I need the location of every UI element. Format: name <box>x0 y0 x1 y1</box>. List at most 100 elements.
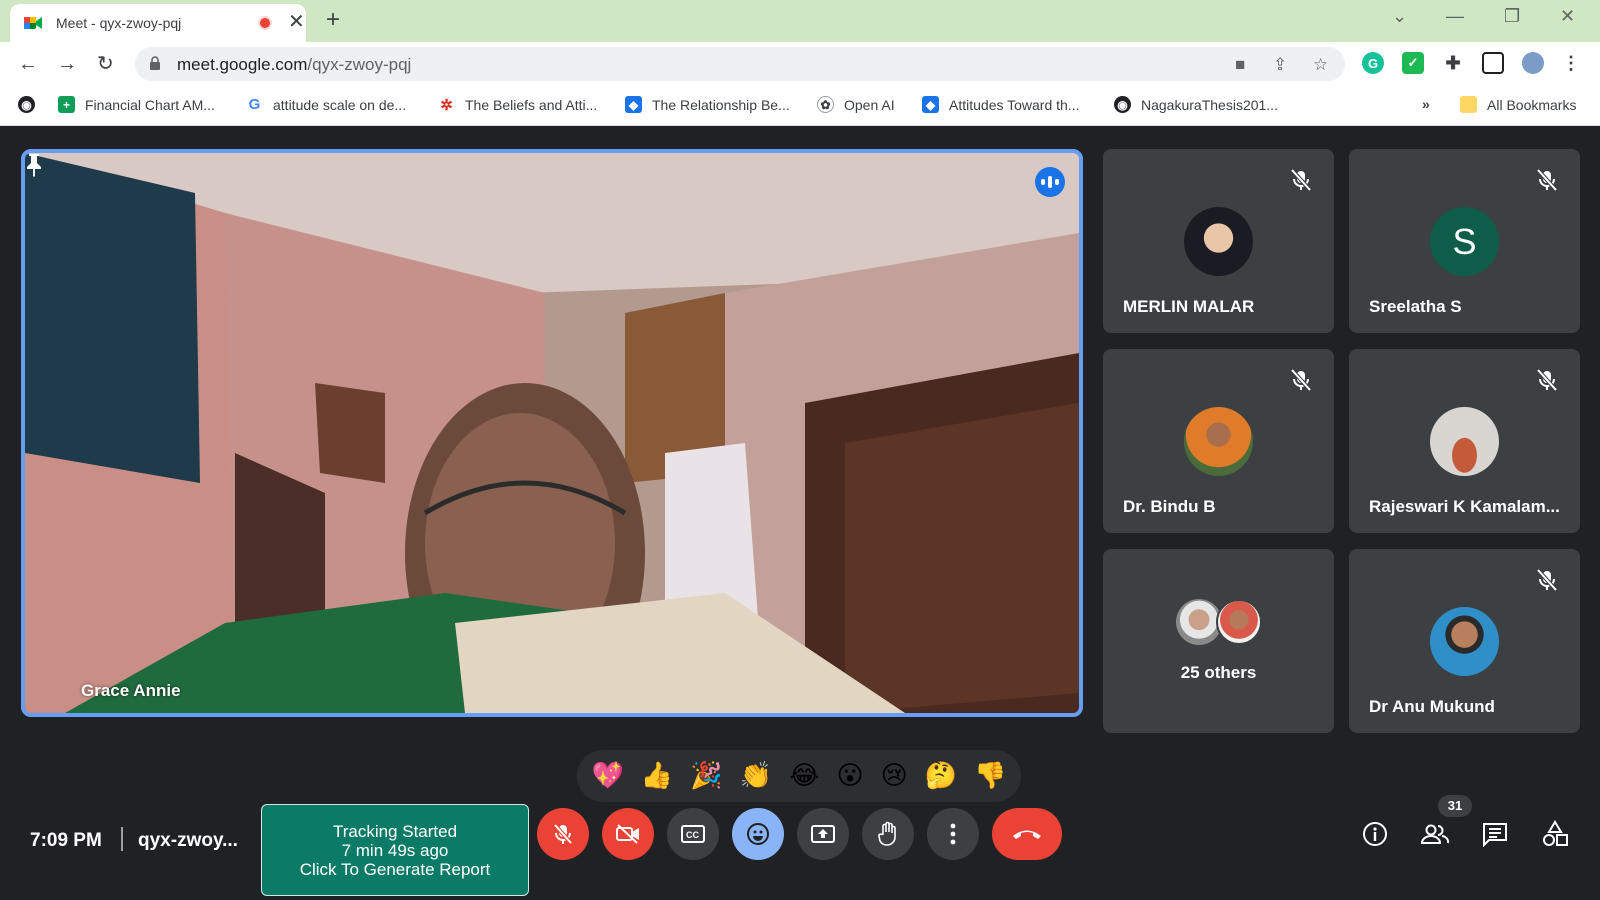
leave-call-button[interactable] <box>992 808 1062 860</box>
meeting-clock: 7:09 PM <box>30 830 102 851</box>
people-count-badge: 31 <box>1438 795 1472 817</box>
reaction-clapping[interactable]: 👏 <box>740 761 772 791</box>
bookmark-item[interactable]: Gattitude scale on de... <box>246 96 406 113</box>
back-button[interactable]: ← <box>18 53 38 75</box>
info-icon <box>1363 822 1387 846</box>
more-vert-icon <box>950 823 956 845</box>
mic-off-icon <box>1536 568 1558 592</box>
new-tab-button[interactable]: + <box>326 8 340 32</box>
speaker-video-frame <box>25 153 1079 713</box>
reactions-button[interactable] <box>732 808 784 860</box>
more-options-button[interactable] <box>927 808 979 860</box>
activities-button[interactable] <box>1538 817 1572 851</box>
chat-button[interactable] <box>1478 817 1512 851</box>
globe-icon[interactable]: ◉ <box>18 96 35 113</box>
tracking-status-text: Tracking Started <box>332 822 458 841</box>
reaction-laughing[interactable]: 😂 <box>789 761 819 791</box>
address-bar[interactable]: meet.google.com/qyx-zwoy-pqj ■ ⇪ ☆ <box>135 47 1345 81</box>
present-screen-button[interactable] <box>797 808 849 860</box>
participant-tile[interactable]: MERLIN MALAR <box>1103 149 1334 333</box>
participant-tile[interactable]: S Sreelatha S <box>1349 149 1580 333</box>
microphone-toggle-button[interactable] <box>537 808 589 860</box>
grammarly-extension-icon[interactable]: G <box>1362 52 1384 74</box>
avatar <box>1430 607 1499 676</box>
globe-icon: ◉ <box>1114 96 1131 113</box>
bookmarks-bar: ◉ + Financial Chart AM... Gattitude scale… <box>0 86 1600 126</box>
camera-in-use-icon[interactable]: ■ <box>1235 55 1245 75</box>
forward-button[interactable]: → <box>57 53 77 75</box>
profile-avatar[interactable] <box>1522 52 1544 74</box>
others-count-label: 25 others <box>1180 663 1257 682</box>
avatar <box>1184 207 1253 276</box>
browser-toolbar: ← → ↻ meet.google.com/qyx-zwoy-pqj ■ ⇪ ☆… <box>0 42 1600 86</box>
bookmark-item[interactable]: ◆ Attitudes Toward th... <box>922 96 1079 113</box>
extensions-puzzle-icon[interactable]: ✚ <box>1442 52 1464 74</box>
mic-off-icon <box>553 823 573 845</box>
share-icon[interactable]: ⇪ <box>1273 55 1287 75</box>
participant-name: Rajeswari K Kamalam... <box>1369 497 1560 516</box>
google-sheets-icon: + <box>58 96 75 113</box>
meeting-code[interactable]: qyx-zwoy... <box>138 830 238 852</box>
reaction-thumbs-down[interactable]: 👎 <box>974 761 1006 791</box>
camera-off-icon <box>616 824 639 844</box>
participant-tile[interactable]: Rajeswari K Kamalam... <box>1349 349 1580 533</box>
reaction-thinking[interactable]: 🤔 <box>925 761 957 791</box>
mic-off-icon <box>1290 168 1312 192</box>
bookmark-item[interactable]: ◆ The Relationship Be... <box>625 96 790 113</box>
recording-indicator-icon <box>258 16 272 30</box>
hang-up-icon <box>1013 830 1041 839</box>
lock-icon <box>150 56 160 70</box>
generate-report-text: Click To Generate Report <box>299 860 491 879</box>
chat-icon <box>1483 823 1507 847</box>
speaking-indicator-icon <box>1035 167 1065 197</box>
reload-button[interactable]: ↻ <box>97 53 114 75</box>
bookmark-item[interactable]: ✿ Open AI <box>817 96 895 113</box>
check-extension-icon[interactable]: ✓ <box>1402 52 1424 74</box>
reaction-crying[interactable]: 😢 <box>881 761 908 791</box>
people-button[interactable] <box>1418 817 1452 851</box>
restore-button[interactable]: ❐ <box>1504 6 1520 27</box>
bookmark-star-icon[interactable]: ☆ <box>1313 55 1328 75</box>
browser-menu-icon[interactable]: ⋮ <box>1560 52 1582 74</box>
avatar <box>1216 599 1262 645</box>
avatar <box>1184 407 1253 476</box>
folder-icon <box>1460 96 1477 113</box>
reaction-thumbs-up[interactable]: 👍 <box>641 761 673 791</box>
bookmark-item[interactable]: + Financial Chart AM... <box>58 96 215 113</box>
mic-off-icon <box>1290 368 1312 392</box>
all-bookmarks-button[interactable]: All Bookmarks <box>1460 96 1576 113</box>
captions-button[interactable]: CC <box>667 808 719 860</box>
tab-close-icon[interactable]: ✕ <box>288 12 305 32</box>
google-icon: G <box>248 96 261 113</box>
closed-captions-icon: CC <box>681 825 705 843</box>
dropbox-icon: ◆ <box>625 96 642 113</box>
bookmark-item[interactable]: ✲ The Beliefs and Atti... <box>438 96 597 114</box>
pin-icon[interactable] <box>25 153 43 177</box>
side-panel-icon[interactable] <box>1482 52 1504 74</box>
reaction-surprised[interactable]: 😮 <box>836 761 863 791</box>
bookmark-item[interactable]: ◉ NagakuraThesis201... <box>1114 96 1278 113</box>
camera-toggle-button[interactable] <box>602 808 654 860</box>
bookmarks-overflow-button[interactable]: » <box>1422 96 1430 112</box>
dots-icon: ✲ <box>440 96 453 114</box>
others-avatars <box>1176 597 1266 647</box>
participant-tile[interactable]: Dr. Bindu B <box>1103 349 1334 533</box>
dropbox-icon: ◆ <box>922 96 939 113</box>
minimize-button[interactable]: — <box>1446 6 1464 27</box>
close-window-button[interactable]: ✕ <box>1560 6 1575 27</box>
participant-name: Dr. Bindu B <box>1123 497 1216 516</box>
reaction-sparkling-heart[interactable]: 💖 <box>592 761 624 791</box>
raise-hand-button[interactable] <box>862 808 914 860</box>
browser-tab-meet[interactable]: Meet - qyx-zwoy-pqj ✕ <box>10 4 306 42</box>
reaction-party-popper[interactable]: 🎉 <box>690 761 722 791</box>
svg-text:CC: CC <box>686 830 699 840</box>
reactions-bar: 💖 👍 🎉 👏 😂 😮 😢 🤔 👎 <box>577 750 1021 802</box>
others-tile[interactable]: 25 others <box>1103 549 1334 733</box>
tracking-report-button[interactable]: Tracking Started 7 min 49s ago Click To … <box>261 804 529 896</box>
main-speaker-tile[interactable]: Grace Annie <box>21 149 1083 717</box>
meeting-details-button[interactable] <box>1358 817 1392 851</box>
tab-title: Meet - qyx-zwoy-pqj <box>56 15 182 31</box>
openai-icon: ✿ <box>817 96 834 113</box>
tab-search-chevron-icon[interactable]: ⌄ <box>1392 6 1407 27</box>
participant-tile[interactable]: Dr Anu Mukund <box>1349 549 1580 733</box>
